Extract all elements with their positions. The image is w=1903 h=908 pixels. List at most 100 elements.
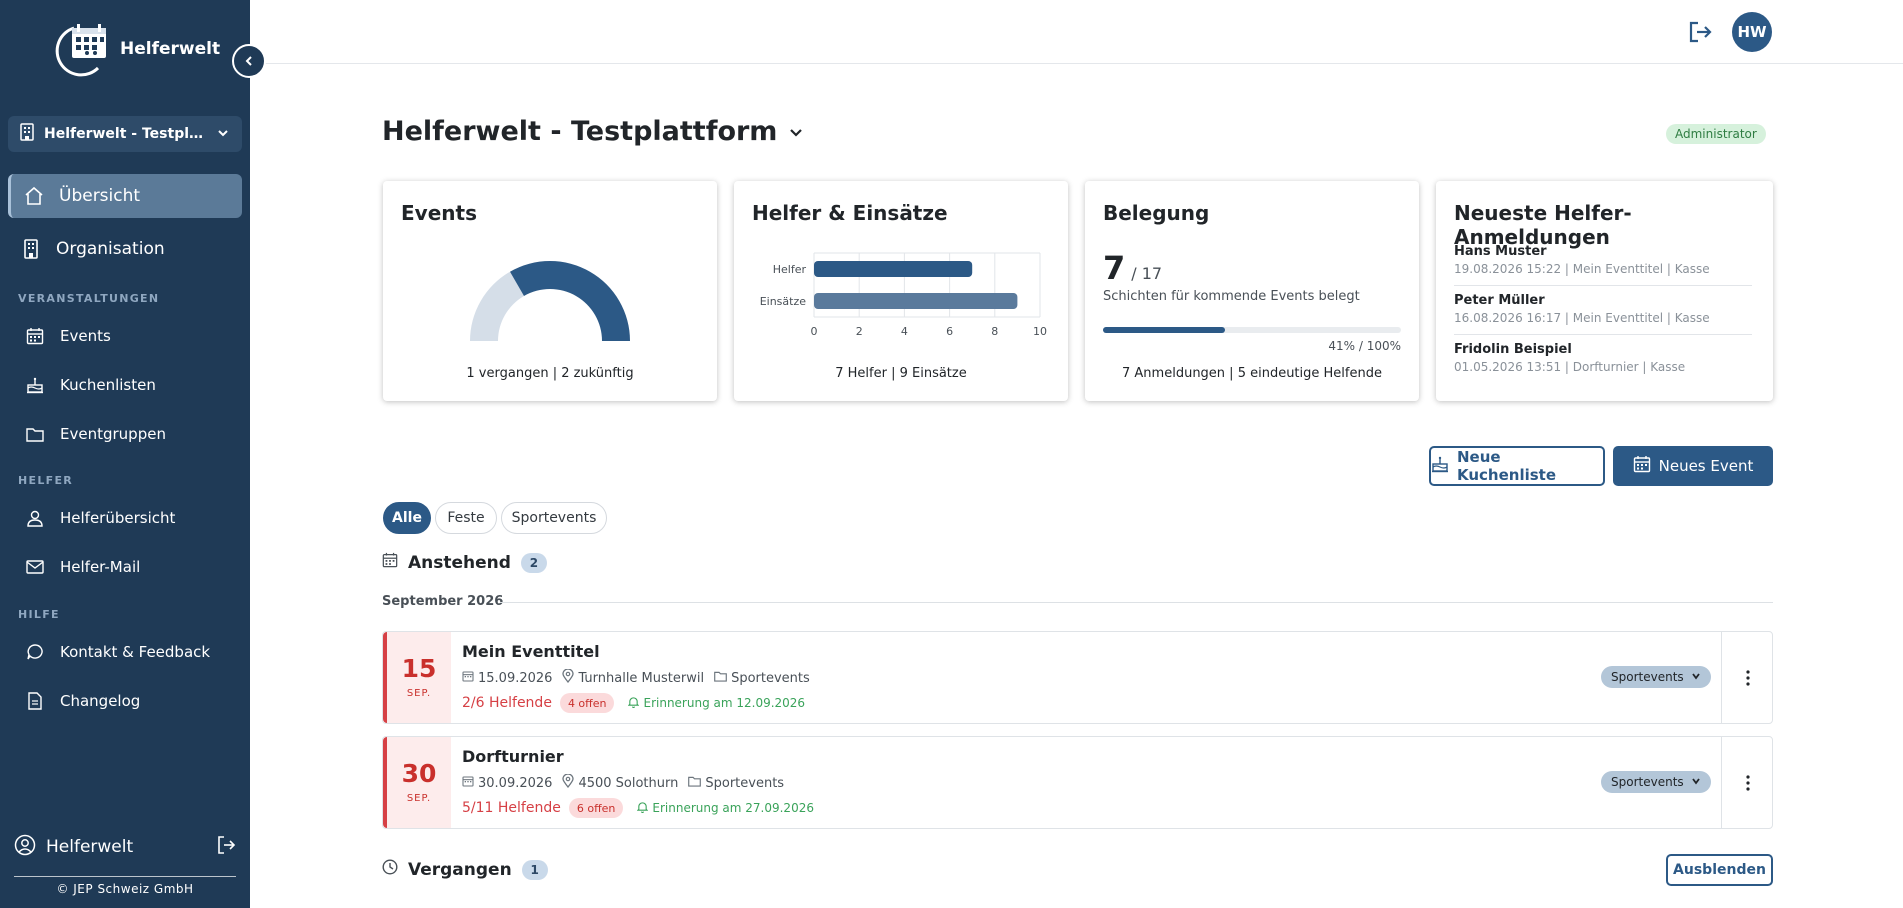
organisation-select[interactable]: Helferwelt - Testplatt... bbox=[8, 116, 242, 152]
occupancy-card-title: Belegung bbox=[1103, 201, 1210, 225]
footer-user[interactable]: Helferwelt bbox=[14, 826, 236, 868]
nav-uebersicht[interactable]: Übersicht bbox=[8, 174, 242, 218]
nav-eventgruppen[interactable]: Eventgruppen bbox=[24, 421, 166, 447]
event-open-badge: 6 offen bbox=[568, 798, 624, 818]
calendar-icon bbox=[462, 670, 474, 686]
event-group-select[interactable]: Sportevents bbox=[1601, 771, 1711, 793]
topbar: HW bbox=[250, 0, 1903, 64]
bar-Einsätze bbox=[814, 293, 1018, 309]
event-row[interactable]: 15 SEP. Mein Eventtitel 15.09.2026 Turnh… bbox=[382, 631, 1773, 724]
nav-organisation[interactable]: Organisation bbox=[8, 227, 242, 271]
new-cake-list-button[interactable]: Neue Kuchenliste bbox=[1429, 446, 1605, 486]
upcoming-section-header: Anstehend 2 bbox=[382, 552, 547, 573]
x-tick-label: 0 bbox=[811, 325, 818, 338]
nav-helferuebersicht[interactable]: Helferübersicht bbox=[24, 505, 175, 531]
event-title[interactable]: Mein Eventtitel bbox=[462, 642, 600, 661]
user-icon bbox=[24, 507, 46, 529]
helpers-bar-chart: 0 2 4 6 8 10 Helfer Einsätze bbox=[760, 252, 1047, 338]
logout-icon[interactable] bbox=[1686, 18, 1714, 46]
cake-icon bbox=[1431, 455, 1449, 477]
month-divider bbox=[500, 602, 1773, 603]
brand-name: Helferwelt bbox=[120, 39, 221, 59]
more-options-icon[interactable] bbox=[1733, 663, 1763, 693]
occupancy-card-footer: 7 Anmeldungen | 5 eindeutige Helfende bbox=[1122, 366, 1382, 381]
filter-sportevents[interactable]: Sportevents bbox=[501, 502, 607, 534]
event-row[interactable]: 30 SEP. Dorfturnier 30.09.2026 4500 Solo… bbox=[382, 736, 1773, 829]
filter-feste[interactable]: Feste bbox=[435, 502, 497, 534]
new-cake-list-label: Neue Kuchenliste bbox=[1457, 448, 1557, 484]
document-icon bbox=[24, 690, 46, 712]
section-helfer: HELFER bbox=[18, 474, 74, 487]
nav-uebersicht-label: Übersicht bbox=[59, 186, 141, 206]
events-card-footer: 1 vergangen | 2 zukünftig bbox=[466, 366, 634, 381]
event-location-text: 4500 Solothurn bbox=[578, 775, 679, 791]
copyright: © JEP Schweiz GmbH bbox=[56, 882, 194, 896]
bell-icon bbox=[636, 801, 649, 816]
past-section-header: Vergangen 1 bbox=[382, 859, 548, 880]
bell-icon bbox=[628, 696, 640, 711]
hide-past-button[interactable]: Ausblenden bbox=[1666, 854, 1773, 886]
registration-item[interactable]: Hans Muster 19.08.2026 15:22 | Mein Even… bbox=[1454, 244, 1752, 276]
registration-name: Peter Müller bbox=[1454, 293, 1545, 308]
new-event-button[interactable]: Neues Event bbox=[1613, 446, 1773, 486]
nav-kuchenlisten[interactable]: Kuchenlisten bbox=[24, 372, 156, 398]
registration-name: Hans Muster bbox=[1454, 244, 1547, 259]
sidebar-collapse-button[interactable] bbox=[232, 44, 266, 78]
filter-alle[interactable]: Alle bbox=[383, 502, 431, 534]
brand-logo[interactable]: Helferwelt bbox=[44, 20, 220, 78]
event-day: 30 bbox=[401, 759, 437, 788]
registration-meta: 01.05.2026 13:51 | Dorfturnier | Kasse bbox=[1454, 360, 1686, 374]
logout-icon[interactable] bbox=[216, 835, 236, 860]
event-month: SEP. bbox=[406, 688, 432, 699]
page-title[interactable]: Helferwelt - Testplattform bbox=[382, 116, 803, 147]
sidebar: Helferwelt Helferwelt - Testplatt... Übe… bbox=[0, 0, 250, 908]
logo-mark-icon bbox=[44, 20, 114, 78]
nav-events[interactable]: Events bbox=[24, 323, 111, 349]
nav-changelog[interactable]: Changelog bbox=[24, 688, 140, 714]
helpers-card-footer: 7 Helfer | 9 Einsätze bbox=[835, 366, 967, 381]
registration-item[interactable]: Fridolin Beispiel 01.05.2026 13:51 | Dor… bbox=[1454, 342, 1752, 374]
registration-item[interactable]: Peter Müller 16.08.2026 16:17 | Mein Eve… bbox=[1454, 293, 1752, 325]
event-day: 15 bbox=[401, 654, 437, 683]
footer-user-name: Helferwelt bbox=[46, 837, 134, 857]
row-divider bbox=[1721, 737, 1722, 828]
user-circle-icon bbox=[14, 834, 36, 861]
cake-icon bbox=[24, 374, 46, 396]
event-title[interactable]: Dorfturnier bbox=[462, 747, 564, 766]
calendar-icon bbox=[462, 775, 474, 791]
nav-helfer-mail[interactable]: Helfer-Mail bbox=[24, 554, 140, 580]
occupancy-filled: 7 bbox=[1103, 249, 1126, 287]
event-helpers: 2/6 Helfende bbox=[462, 695, 552, 711]
event-reminder-text: Erinnerung am 12.09.2026 bbox=[643, 696, 806, 710]
events-gauge-chart bbox=[470, 261, 630, 341]
y-category-label: Helfer bbox=[773, 263, 807, 276]
chevron-left-icon bbox=[243, 52, 255, 71]
gauge-slice-zukünftig bbox=[510, 261, 630, 341]
x-tick-label: 2 bbox=[856, 325, 863, 338]
event-group-select-value: Sportevents bbox=[1611, 670, 1684, 684]
nav-events-label: Events bbox=[60, 327, 111, 345]
nav-kontakt-feedback[interactable]: Kontakt & Feedback bbox=[24, 639, 210, 665]
event-date-text: 15.09.2026 bbox=[478, 670, 553, 686]
occupancy-total: / 17 bbox=[1131, 264, 1163, 283]
event-date-box: 30 SEP. bbox=[383, 737, 451, 828]
nav-helferuebersicht-label: Helferübersicht bbox=[60, 509, 176, 527]
event-reminder: Erinnerung am 12.09.2026 bbox=[628, 696, 805, 711]
y-category-label: Einsätze bbox=[760, 295, 807, 308]
event-meta: 15.09.2026 Turnhalle Musterwil Sporteven… bbox=[462, 668, 814, 687]
x-tick-label: 4 bbox=[901, 325, 908, 338]
avatar[interactable]: HW bbox=[1732, 12, 1772, 52]
footer-divider bbox=[14, 876, 236, 877]
more-options-icon[interactable] bbox=[1733, 768, 1763, 798]
event-open-badge: 4 offen bbox=[559, 693, 615, 713]
chat-icon bbox=[24, 641, 46, 663]
map-pin-icon bbox=[562, 773, 575, 792]
event-date: 15.09.2026 bbox=[462, 670, 552, 686]
event-group-select[interactable]: Sportevents bbox=[1601, 666, 1711, 688]
event-group-text: Sportevents bbox=[731, 670, 810, 686]
event-location: 4500 Solothurn bbox=[562, 773, 679, 792]
event-group-text: Sportevents bbox=[705, 775, 785, 791]
event-reminder-text: Erinnerung am 27.09.2026 bbox=[652, 801, 814, 815]
helpers-card: Helfer & Einsätze 0 2 4 6 8 10 Helfer Einsätze … bbox=[734, 181, 1068, 401]
upcoming-count: 2 bbox=[520, 552, 547, 573]
